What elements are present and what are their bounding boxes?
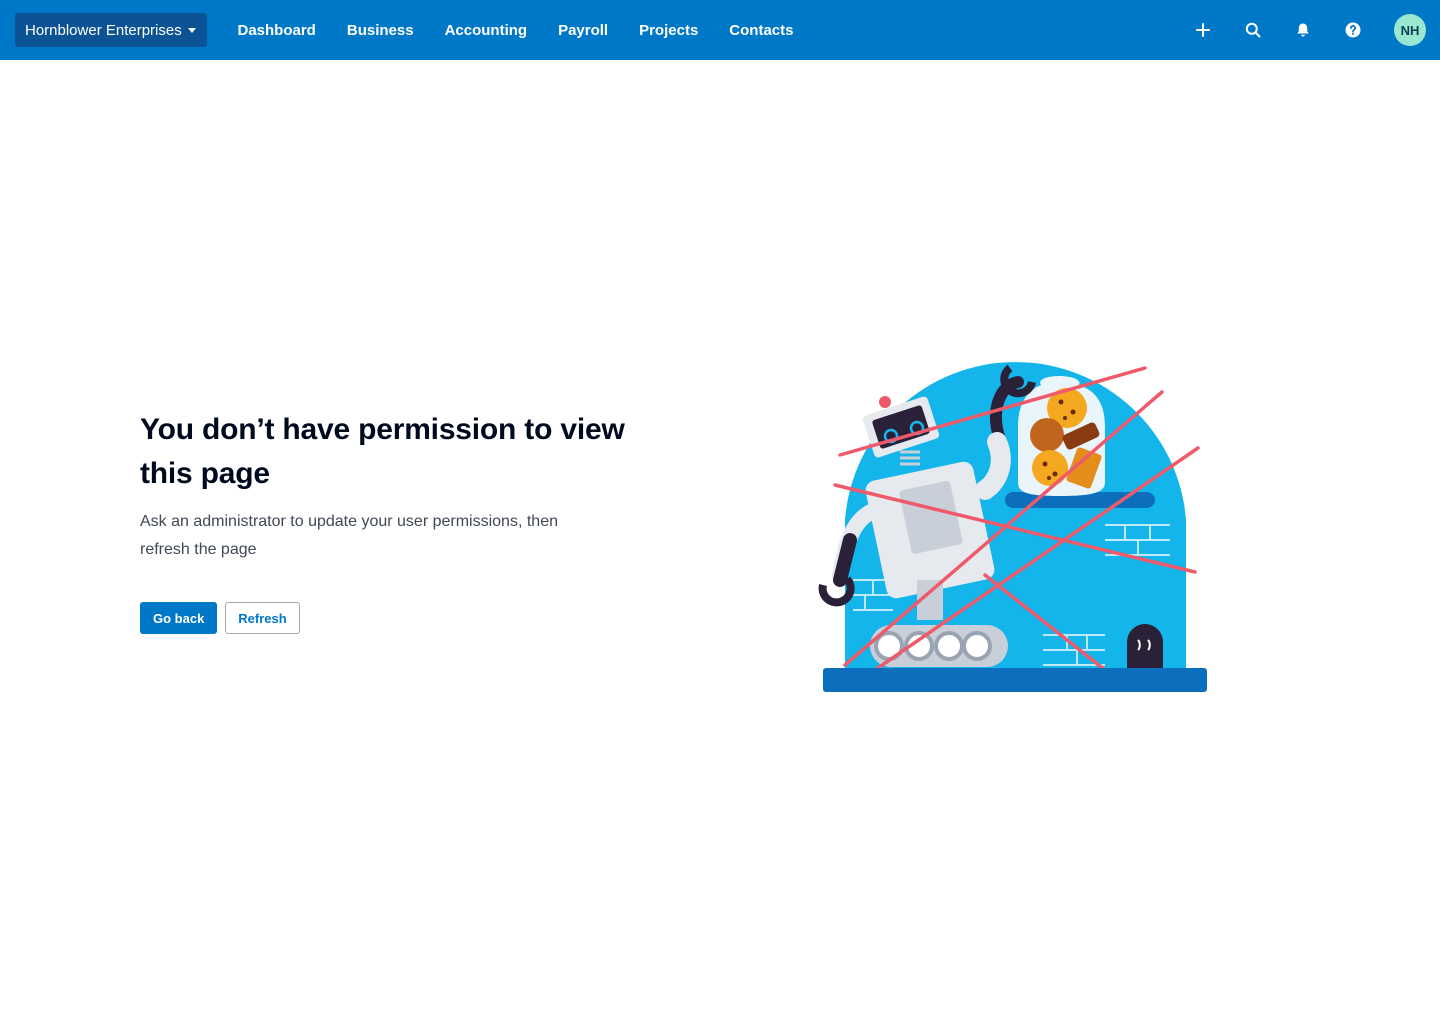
plus-icon[interactable] xyxy=(1178,0,1228,60)
nav-item-projects[interactable]: Projects xyxy=(624,0,714,60)
robot-cookie-jar-illustration xyxy=(805,340,1215,700)
organisation-name: Hornblower Enterprises xyxy=(25,21,182,39)
nav-item-business[interactable]: Business xyxy=(331,0,429,60)
user-avatar[interactable]: NH xyxy=(1394,14,1426,46)
caret-down-icon xyxy=(187,27,196,33)
nav-item-payroll[interactable]: Payroll xyxy=(543,0,624,60)
search-icon[interactable] xyxy=(1228,0,1278,60)
robot-illustration-icon xyxy=(818,362,1207,692)
help-icon[interactable] xyxy=(1328,0,1378,60)
top-navigation-bar: Hornblower Enterprises Dashboard Busines… xyxy=(0,0,1440,60)
permission-message: Ask an administrator to update your user… xyxy=(140,513,558,558)
permission-message-panel: You don’t have permission to view this p… xyxy=(140,408,660,634)
nav-item-contacts[interactable]: Contacts xyxy=(714,0,809,60)
header-actions: NH xyxy=(1178,0,1426,60)
bell-icon[interactable] xyxy=(1278,0,1328,60)
nav-item-accounting[interactable]: Accounting xyxy=(429,0,543,60)
refresh-button[interactable]: Refresh xyxy=(225,602,300,634)
go-back-button[interactable]: Go back xyxy=(140,602,218,634)
nav-item-dashboard[interactable]: Dashboard xyxy=(222,0,331,60)
main-nav: Dashboard Business Accounting Payroll Pr… xyxy=(222,0,809,60)
organisation-switcher[interactable]: Hornblower Enterprises xyxy=(15,13,207,47)
page-title: You don’t have permission to view this p… xyxy=(140,413,625,490)
action-buttons: Go back Refresh xyxy=(140,602,660,634)
